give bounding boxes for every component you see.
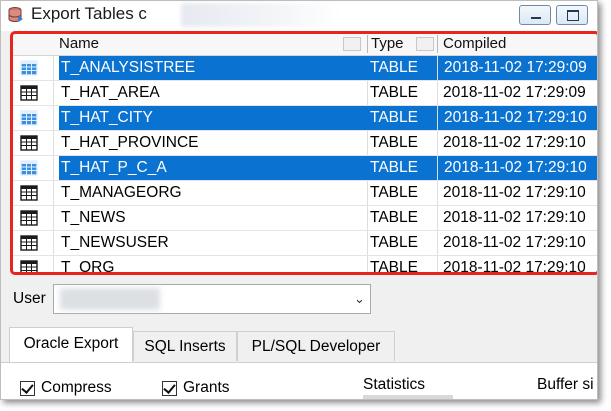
table-cell-name: T_HAT_PROVINCE [61,134,199,151]
grid-line [13,230,597,231]
maximize-button[interactable] [556,5,588,25]
table-cell-type: TABLE [367,156,437,180]
table-cell-compiled: 2018-11-02 17:29:10 [438,106,597,130]
minimize-button[interactable] [519,5,551,25]
grid-line [13,155,597,156]
column-header-type[interactable]: Type [371,33,404,55]
tables-list[interactable]: Name Type Compiled T_ANALYSISTREE TABLE 20… [13,33,597,273]
user-label: User [13,290,46,307]
column-divider[interactable] [367,35,368,53]
table-cell-name: T_NEWS [61,209,126,226]
table-icon [20,160,38,176]
table-cell-type: TABLE [370,84,418,101]
table-icon [20,210,38,226]
table-cell-compiled: 2018-11-02 17:29:10 [438,156,597,180]
title-bar: Export Tables c [1,1,597,31]
tab-plsql-developer[interactable]: PL/SQL Developer [237,331,395,361]
tab-oracle-export[interactable]: Oracle Export [9,327,133,363]
table-cell-name: T_ANALYSISTREE [59,56,367,80]
table-row[interactable]: T_ORG TABLE 2018-11-02 17:29:10 [13,256,597,273]
table-cell-compiled: 2018-11-02 17:29:09 [438,56,597,80]
grants-label[interactable]: Grants [183,379,230,397]
statistics-select[interactable] [363,395,453,399]
table-cell-name: T_MANAGEORG [61,184,182,201]
table-row[interactable]: T_HAT_AREA TABLE 2018-11-02 17:29:09 [13,81,597,105]
table-cell-compiled: 2018-11-02 17:29:10 [443,134,586,151]
table-cell-compiled: 2018-11-02 17:29:09 [443,84,586,101]
tab-sql-inserts[interactable]: SQL Inserts [133,331,237,361]
table-cell-compiled: 2018-11-02 17:29:10 [443,234,586,251]
table-cell-type: TABLE [370,259,418,273]
statistics-label: Statistics [363,376,426,393]
column-filter-box-name[interactable] [343,37,361,51]
table-cell-name: T_NEWSUSER [61,234,169,251]
table-cell-name: T_HAT_P_C_A [59,156,367,180]
table-cell-compiled: 2018-11-02 17:29:10 [443,259,586,273]
compress-checkbox[interactable] [20,381,35,396]
table-cell-type: TABLE [367,106,437,130]
column-divider[interactable] [437,35,438,53]
grid-line [13,205,597,206]
window-title: Export Tables c [31,4,147,23]
redacted-title-area [181,3,341,27]
table-cell-type: TABLE [367,56,437,80]
table-row[interactable]: T_ANALYSISTREE TABLE 2018-11-02 17:29:09 [13,56,597,80]
table-icon [20,135,38,151]
grants-checkbox[interactable] [162,381,177,396]
grid-line [13,255,597,256]
table-cell-type: TABLE [370,209,418,226]
grid-line [13,180,597,181]
table-cell-name: T_HAT_AREA [61,84,160,101]
export-tabs: Oracle Export SQL Inserts PL/SQL Develop… [1,327,597,367]
user-select[interactable]: ⌄ [53,284,371,314]
grid-line [13,80,597,81]
table-row[interactable]: T_NEWSUSER TABLE 2018-11-02 17:29:10 [13,231,597,255]
table-row[interactable]: T_HAT_PROVINCE TABLE 2018-11-02 17:29:10 [13,131,597,155]
table-icon [20,110,38,126]
table-icon [20,260,38,273]
table-icon [20,60,38,76]
table-header: Name Type Compiled [13,33,597,56]
grid-line [13,130,597,131]
table-cell-compiled: 2018-11-02 17:29:10 [443,209,586,226]
compress-label[interactable]: Compress [41,379,112,397]
table-icon [20,185,38,201]
database-export-icon [8,7,23,22]
table-cell-type: TABLE [370,234,418,251]
table-row[interactable]: T_HAT_CITY TABLE 2018-11-02 17:29:10 [13,106,597,130]
export-tables-window: Export Tables c Name Type Compiled T_ANA… [0,0,598,400]
chevron-down-icon[interactable]: ⌄ [354,291,365,307]
column-header-compiled[interactable]: Compiled [443,33,506,55]
table-row[interactable]: T_NEWS TABLE 2018-11-02 17:29:10 [13,206,597,230]
table-cell-compiled: 2018-11-02 17:29:10 [443,184,586,201]
table-cell-type: TABLE [370,184,418,201]
grid-line [13,105,597,106]
table-icon [20,235,38,251]
redacted-user-value [60,288,160,310]
buffer-size-label: Buffer si [537,376,594,393]
table-icon [20,85,38,101]
table-row[interactable]: T_MANAGEORG TABLE 2018-11-02 17:29:10 [13,181,597,205]
column-filter-box-type[interactable] [416,37,434,51]
table-cell-type: TABLE [370,134,418,151]
table-row[interactable]: T_HAT_P_C_A TABLE 2018-11-02 17:29:10 [13,156,597,180]
table-cell-name: T_ORG [61,259,115,273]
column-header-name[interactable]: Name [59,33,99,55]
table-cell-name: T_HAT_CITY [59,106,367,130]
